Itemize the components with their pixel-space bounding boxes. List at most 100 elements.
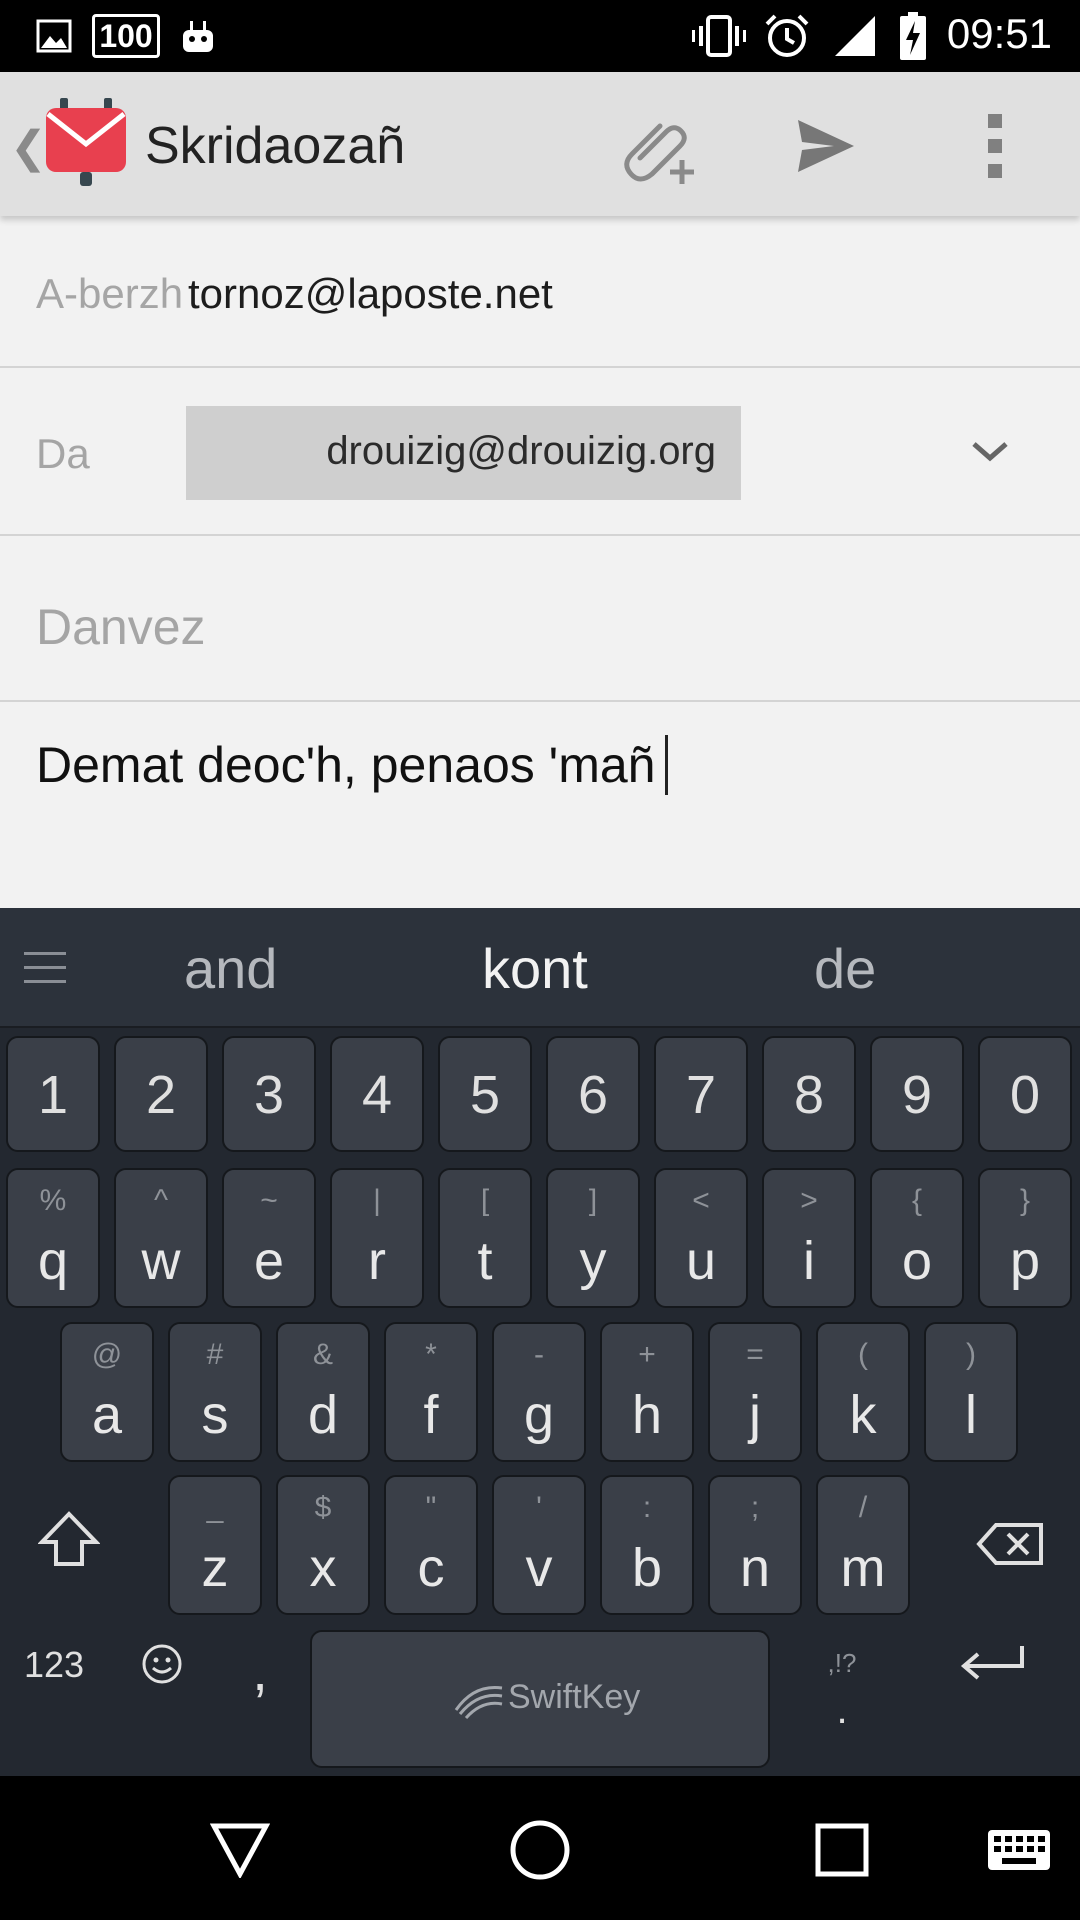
numbers-key[interactable]: 123 <box>18 1644 90 1686</box>
number-key-2[interactable]: 2 <box>114 1036 208 1152</box>
key-label: c <box>417 1538 445 1598</box>
key-secondary-label: ] <box>588 1184 598 1217</box>
key-secondary-label: ( <box>858 1338 868 1371</box>
key-s[interactable]: # s <box>168 1322 262 1462</box>
keyboard-switch-icon[interactable] <box>986 1828 1052 1872</box>
key-secondary-label: ' <box>536 1491 542 1524</box>
key-secondary-label: ~ <box>260 1184 278 1217</box>
vibrate-icon <box>690 12 748 60</box>
android-icon <box>178 12 218 60</box>
number-key-7[interactable]: 7 <box>654 1036 748 1152</box>
suggestion-2[interactable]: kont <box>482 936 588 1001</box>
key-d[interactable]: & d <box>276 1322 370 1462</box>
comma-key[interactable]: , <box>240 1638 280 1703</box>
key-a[interactable]: @ a <box>60 1322 154 1462</box>
shift-key[interactable] <box>37 1510 101 1568</box>
from-row[interactable]: A-berzh tornoz@laposte.net <box>0 216 1080 368</box>
back-triangle-icon[interactable] <box>209 1822 271 1880</box>
key-e[interactable]: ~ e <box>222 1168 316 1308</box>
number-key-1[interactable]: 1 <box>6 1036 100 1152</box>
key-v[interactable]: ' v <box>492 1475 586 1615</box>
key-secondary-label: { <box>911 1184 923 1217</box>
enter-key[interactable] <box>958 1642 1028 1686</box>
number-key-3[interactable]: 3 <box>222 1036 316 1152</box>
key-y[interactable]: ] y <box>546 1168 640 1308</box>
key-n[interactable]: ; n <box>708 1475 802 1615</box>
key-label: p <box>1009 1231 1041 1291</box>
key-label: e <box>253 1231 285 1291</box>
signal-icon <box>832 12 878 60</box>
period-key[interactable]: . <box>820 1688 864 1733</box>
key-label: r <box>368 1231 386 1291</box>
number-key-6[interactable]: 6 <box>546 1036 640 1152</box>
key-m[interactable]: / m <box>816 1475 910 1615</box>
key-label: 6 <box>577 1065 609 1125</box>
key-g[interactable]: -g <box>492 1322 586 1462</box>
key-label: 4 <box>361 1065 393 1125</box>
key-secondary-label: = <box>746 1338 764 1371</box>
image-icon <box>34 12 74 60</box>
subject-input[interactable]: Danvez <box>36 598 206 656</box>
key-o[interactable]: {o <box>870 1168 964 1308</box>
key-h[interactable]: + h <box>600 1322 694 1462</box>
keyboard: and kont de 1 2 3 4 5 6 7 8 9 0% q ^ w ~ e | r[t] y < u > i{o… <box>0 908 1080 1778</box>
key-secondary-label: [ <box>480 1184 490 1217</box>
key-secondary-label: & <box>312 1338 333 1371</box>
key-w[interactable]: ^ w <box>114 1168 208 1308</box>
key-label: d <box>307 1385 339 1445</box>
number-key-5[interactable]: 5 <box>438 1036 532 1152</box>
key-j[interactable]: = j <box>708 1322 802 1462</box>
message-body-text[interactable]: Demat deoc'h, penaos 'mañ <box>36 734 669 795</box>
text-caret <box>665 734 669 795</box>
key-secondary-label: % <box>39 1184 67 1217</box>
key-p[interactable]: } p <box>978 1168 1072 1308</box>
number-key-0[interactable]: 0 <box>978 1036 1072 1152</box>
send-icon[interactable] <box>794 116 858 176</box>
battery-charging-icon <box>896 12 930 60</box>
key-f[interactable]: * f <box>384 1322 478 1462</box>
recents-square-icon[interactable] <box>814 1822 870 1878</box>
number-key-8[interactable]: 8 <box>762 1036 856 1152</box>
suggestion-3[interactable]: de <box>814 936 876 1001</box>
key-secondary-label: " <box>425 1491 437 1524</box>
key-i[interactable]: > i <box>762 1168 856 1308</box>
key-l[interactable]: ) l <box>924 1322 1018 1462</box>
app-logo-icon[interactable] <box>44 98 128 190</box>
key-secondary-label: + <box>638 1338 656 1371</box>
key-b[interactable]: :b <box>600 1475 694 1615</box>
backspace-key[interactable] <box>976 1522 1044 1566</box>
home-circle-icon[interactable] <box>508 1818 572 1882</box>
key-z[interactable]: _ z <box>168 1475 262 1615</box>
key-u[interactable]: < u <box>654 1168 748 1308</box>
number-key-4[interactable]: 4 <box>330 1036 424 1152</box>
key-label: a <box>91 1385 123 1445</box>
key-k[interactable]: (k <box>816 1322 910 1462</box>
subject-row[interactable]: Danvez <box>0 536 1080 702</box>
emoji-icon[interactable] <box>140 1642 184 1686</box>
key-r[interactable]: | r <box>330 1168 424 1308</box>
key-label: f <box>423 1385 439 1445</box>
space-bar-label: SwiftKey <box>508 1678 641 1716</box>
key-label: 2 <box>145 1065 177 1125</box>
overflow-menu-icon[interactable] <box>982 112 1010 180</box>
key-secondary-label: $ <box>314 1491 332 1524</box>
key-secondary-label: # <box>206 1338 224 1371</box>
key-c[interactable]: " c <box>384 1475 478 1615</box>
back-chevron-icon[interactable]: ❮ <box>10 122 47 173</box>
key-secondary-label: } <box>1019 1184 1031 1217</box>
space-bar[interactable]: SwiftKey <box>310 1630 770 1768</box>
chevron-down-icon[interactable] <box>960 432 1020 472</box>
keyboard-menu-icon[interactable] <box>24 950 66 986</box>
number-key-9[interactable]: 9 <box>870 1036 964 1152</box>
key-q[interactable]: % q <box>6 1168 100 1308</box>
attach-icon[interactable] <box>618 102 702 186</box>
key-t[interactable]: [t <box>438 1168 532 1308</box>
key-label: q <box>37 1231 69 1291</box>
recipient-chip[interactable]: drouizig@drouizig.org <box>186 406 741 500</box>
key-label: v <box>525 1538 553 1598</box>
from-value[interactable]: tornoz@laposte.net <box>188 270 553 318</box>
message-body[interactable] <box>0 702 1080 908</box>
key-secondary-label: < <box>692 1184 710 1217</box>
suggestion-1[interactable]: and <box>184 936 277 1001</box>
key-x[interactable]: $ x <box>276 1475 370 1615</box>
